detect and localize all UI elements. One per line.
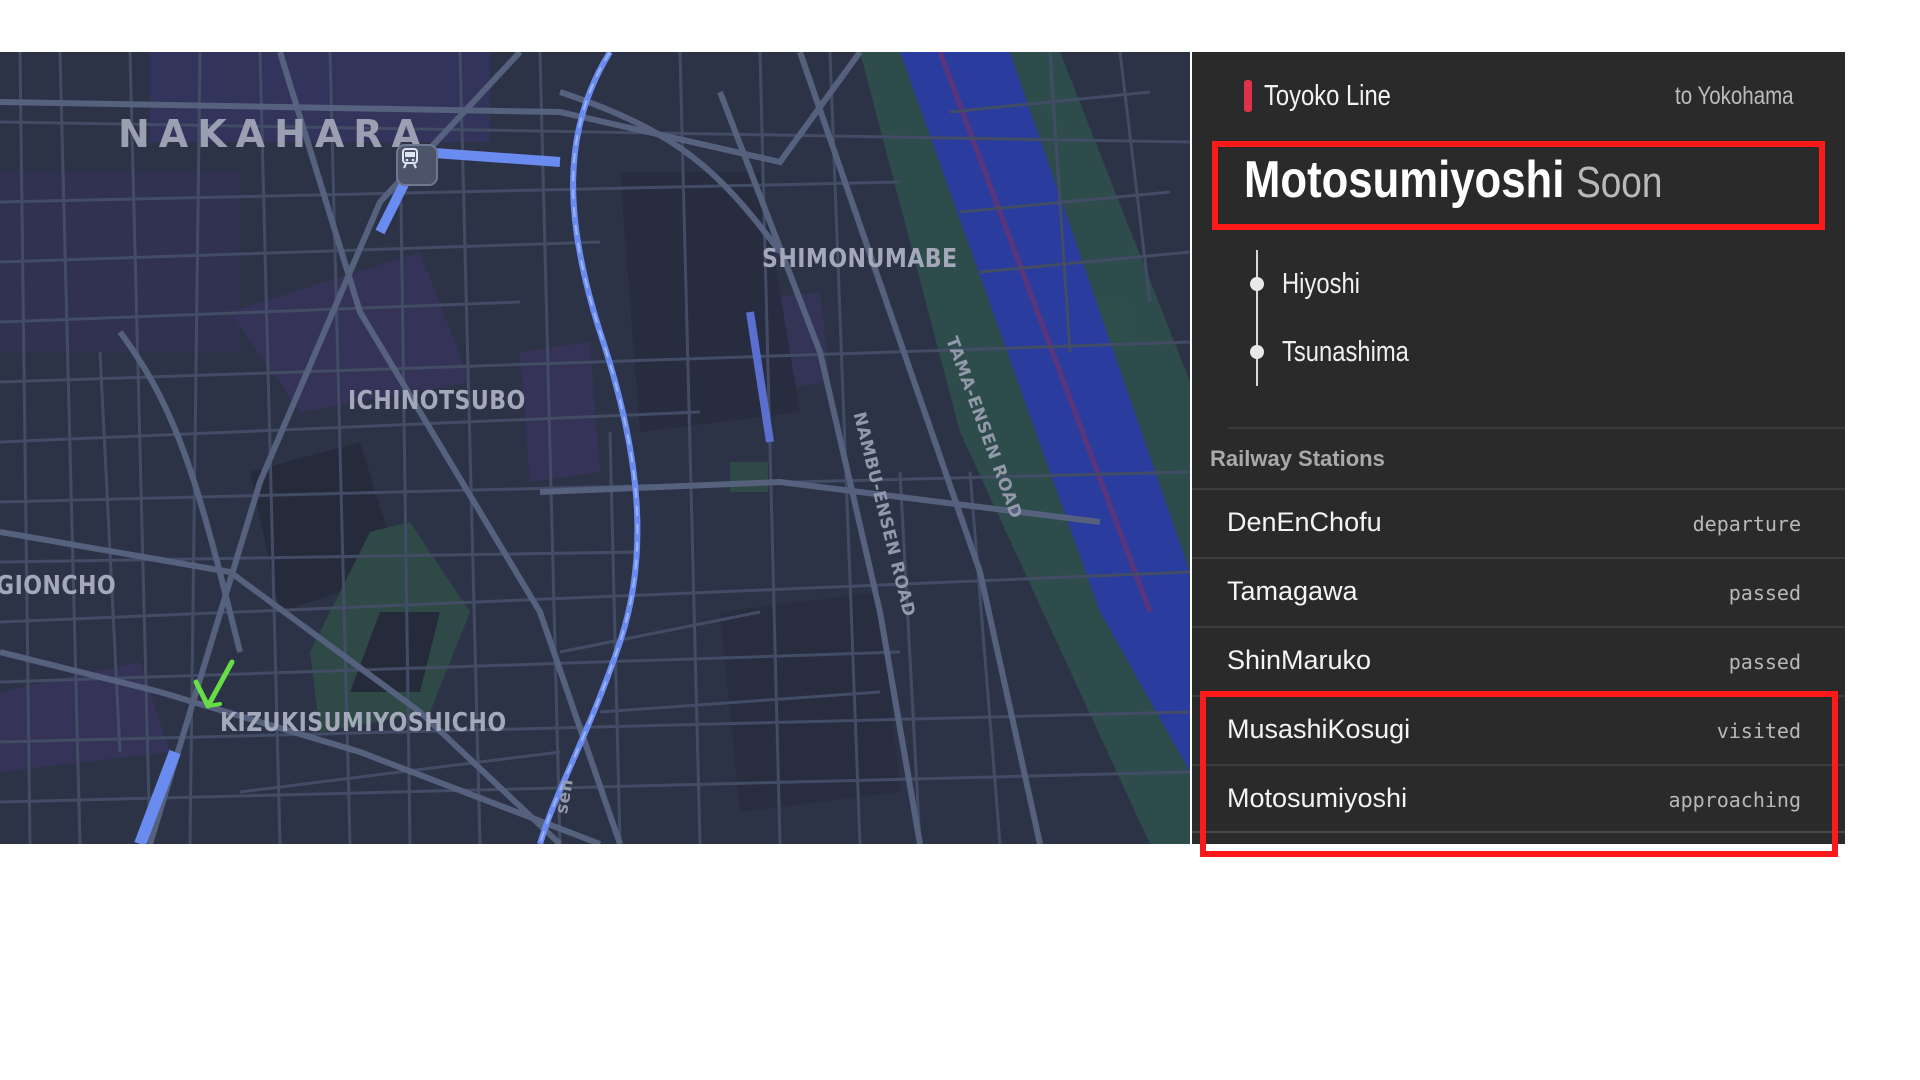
station-row[interactable]: MusashiKosugi visited: [1192, 695, 1845, 764]
map-label-ichinotsubo: ICHINOTSUBO: [348, 386, 526, 416]
line-color-indicator: [1244, 80, 1252, 112]
stop-dot-icon: [1250, 277, 1264, 291]
station-status: departure: [1692, 512, 1801, 536]
line-header: Toyoko Line to Yokohama: [1244, 76, 1794, 116]
upcoming-stop-name: Tsunashima: [1282, 335, 1409, 368]
map-base-layer: [0, 52, 1190, 844]
station-name: MusashiKosugi: [1227, 714, 1411, 744]
map-label-nakahara: NAKAHARA: [118, 112, 430, 156]
station-row[interactable]: DenEnChofu departure: [1192, 488, 1845, 557]
station-name: DenEnChofu: [1227, 507, 1382, 537]
upcoming-stop: Tsunashima: [1250, 332, 1437, 372]
line-name: Toyoko Line: [1264, 79, 1391, 112]
next-station-eta: Soon: [1576, 158, 1663, 207]
line-direction: to Yokohama: [1675, 81, 1794, 110]
screenshot-canvas: NAKAHARA SHIMONUMABE ICHINOTSUBO GIONCHO…: [0, 0, 1920, 1080]
station-row[interactable]: Motosumiyoshi approaching: [1192, 764, 1845, 833]
station-name: ShinMaruko: [1227, 645, 1372, 675]
station-list: DenEnChofu departure Tamagawa passed Shi…: [1192, 488, 1845, 833]
station-status: visited: [1716, 719, 1801, 743]
station-status: approaching: [1668, 788, 1801, 812]
next-station-heading: Motosumiyoshi Soon: [1244, 150, 1662, 220]
railway-stations-heading: Railway Stations: [1210, 446, 1385, 471]
panel-divider: [1228, 427, 1845, 429]
upcoming-stop-name: Hiyoshi: [1282, 267, 1360, 300]
upcoming-stop: Hiyoshi: [1250, 264, 1377, 304]
upcoming-stops: Hiyoshi Tsunashima: [1250, 250, 1550, 390]
map-label-gioncho: GIONCHO: [0, 571, 117, 601]
station-name: Tamagawa: [1227, 576, 1358, 606]
station-name: Motosumiyoshi: [1227, 783, 1408, 813]
map-view[interactable]: NAKAHARA SHIMONUMABE ICHINOTSUBO GIONCHO…: [0, 52, 1190, 844]
station-status: passed: [1728, 650, 1801, 674]
station-row[interactable]: ShinMaruko passed: [1192, 626, 1845, 695]
station-row[interactable]: Tamagawa passed: [1192, 557, 1845, 626]
stop-dot-icon: [1250, 345, 1264, 359]
train-glyph: [402, 148, 418, 169]
train-station-icon[interactable]: [396, 144, 438, 186]
map-label-shimonumabe: SHIMONUMABE: [762, 244, 958, 274]
train-info-panel: Toyoko Line to Yokohama Motosumiyoshi So…: [1192, 52, 1845, 844]
next-station-name: Motosumiyoshi: [1244, 151, 1565, 209]
map-label-kizukisumiyoshicho: KIZUKISUMIYOSHICHO: [220, 708, 507, 738]
station-status: passed: [1728, 581, 1801, 605]
